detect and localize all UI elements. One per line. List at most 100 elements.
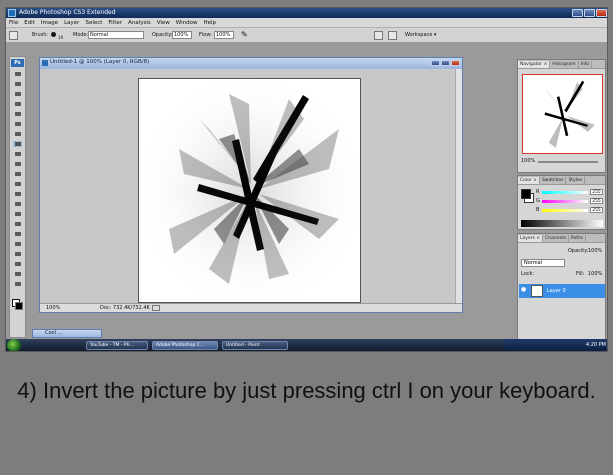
color-foreground-swatch[interactable] [521, 189, 531, 199]
tab-info[interactable]: Info [579, 61, 593, 68]
document-close-button[interactable] [451, 60, 460, 66]
clock[interactable]: 4:20 PM [586, 342, 606, 348]
tab-channels[interactable]: Channels [543, 235, 569, 242]
zoom-tool-icon[interactable] [13, 281, 22, 287]
layer-row[interactable]: ● Layer 0 [519, 284, 605, 298]
menu-layer[interactable]: Layer [64, 20, 79, 26]
navigator-thumbnail[interactable] [522, 74, 603, 154]
document-window: Untitled-1 @ 100% (Layer 0, RGB/8) 100% … [39, 57, 463, 313]
document-title-bar[interactable]: Untitled-1 @ 100% (Layer 0, RGB/8) [40, 58, 462, 69]
tab-swatches[interactable]: Swatches [540, 177, 567, 184]
taskbar-paint[interactable]: Untitled - Paint [222, 341, 288, 350]
taskbar-photoshop[interactable]: Adobe Photoshop C... [152, 341, 218, 350]
document-minimize-button[interactable] [431, 60, 440, 66]
blur-tool-icon[interactable] [13, 191, 22, 197]
notes-tool-icon[interactable] [13, 251, 22, 257]
gradient-tool-icon[interactable] [13, 181, 22, 187]
navigator-panel: Navigator × Histogram Info 100% [517, 59, 606, 173]
layers-tabs: Layers × Channels Paths [518, 234, 605, 243]
zoom-level[interactable]: 100% [46, 305, 60, 311]
color-ramp[interactable] [521, 220, 603, 227]
system-tray: 4:20 PM [504, 339, 607, 351]
marquee-tool-icon[interactable] [13, 81, 22, 87]
menu-select[interactable]: Select [85, 20, 102, 26]
document-window-controls [431, 60, 460, 66]
menu-image[interactable]: Image [41, 20, 58, 26]
navigator-zoom-slider[interactable] [538, 161, 598, 163]
menu-analysis[interactable]: Analysis [128, 20, 151, 26]
mode-label: Mode: [73, 32, 89, 38]
move-tool-icon[interactable] [13, 71, 22, 77]
menu-bar: File Edit Image Layer Select Filter Anal… [6, 18, 607, 28]
image-canvas[interactable] [138, 78, 361, 303]
tab-styles[interactable]: Styles [566, 177, 586, 184]
dodge-tool-icon[interactable] [13, 201, 22, 207]
history-brush-tool-icon[interactable] [13, 161, 22, 167]
maximize-button[interactable] [584, 9, 595, 17]
layer-name[interactable]: Layer 0 [547, 288, 566, 294]
fill-value[interactable]: 100% [588, 271, 602, 277]
airbrush-icon[interactable]: ✎ [241, 30, 248, 39]
navigator-zoom[interactable]: 100% [521, 158, 535, 164]
healing-tool-icon[interactable] [13, 131, 22, 137]
tab-paths[interactable]: Paths [569, 235, 587, 242]
taskbar-youtube[interactable]: YouTube - TM - Ph... [86, 341, 148, 350]
palette-well-icon[interactable] [388, 31, 397, 40]
document-title: Untitled-1 @ 100% (Layer 0, RGB/8) [50, 59, 150, 65]
foreground-color-swatch[interactable] [15, 302, 23, 310]
menu-edit[interactable]: Edit [24, 20, 35, 26]
visibility-eye-icon[interactable]: ● [521, 287, 527, 293]
blue-value[interactable]: 255 [590, 207, 603, 213]
toolbox-logo: Ps [11, 59, 24, 67]
eraser-tool-icon[interactable] [13, 171, 22, 177]
brush-tip-icon[interactable] [51, 32, 56, 37]
menu-help[interactable]: Help [203, 20, 216, 26]
brush-tool-preset-icon[interactable] [9, 31, 18, 40]
close-button[interactable] [596, 9, 607, 17]
menu-view[interactable]: View [157, 20, 170, 26]
menu-filter[interactable]: Filter [108, 20, 122, 26]
tab-navigator[interactable]: Navigator × [518, 61, 551, 68]
brush-tool-icon[interactable] [13, 141, 22, 147]
document-vertical-scrollbar[interactable] [455, 69, 462, 304]
file-browser-icon[interactable] [374, 31, 383, 40]
tab-color[interactable]: Color × [518, 177, 540, 184]
type-tool-icon[interactable] [13, 221, 22, 227]
hand-tool-icon[interactable] [13, 271, 22, 277]
layer-thumbnail [531, 285, 543, 297]
toolbox: Ps [9, 56, 26, 338]
document-icon [42, 60, 48, 66]
clone-stamp-tool-icon[interactable] [13, 151, 22, 157]
flow-input[interactable]: 100% [214, 31, 234, 39]
status-menu-arrow-icon[interactable] [152, 305, 160, 311]
pen-tool-icon[interactable] [13, 211, 22, 217]
lasso-tool-icon[interactable] [13, 91, 22, 97]
layers-panel: Layers × Channels Paths Normal Opacity: … [517, 233, 606, 349]
green-slider[interactable] [542, 200, 588, 203]
slice-tool-icon[interactable] [13, 121, 22, 127]
layer-opacity-value[interactable]: 100% [588, 248, 602, 254]
shape-tool-icon[interactable] [13, 241, 22, 247]
tab-layers[interactable]: Layers × [518, 235, 544, 242]
menu-window[interactable]: Window [176, 20, 198, 26]
blend-mode-select[interactable]: Normal [521, 259, 565, 267]
crop-tool-icon[interactable] [13, 111, 22, 117]
minimize-button[interactable] [572, 9, 583, 17]
blue-slider[interactable] [542, 209, 588, 212]
start-orb-button[interactable] [7, 339, 21, 351]
tab-histogram[interactable]: Histogram [550, 61, 579, 68]
workspace-menu[interactable]: Workspace ▾ [405, 32, 436, 38]
magic-wand-tool-icon[interactable] [13, 101, 22, 107]
red-slider[interactable] [542, 191, 588, 194]
menu-file[interactable]: File [9, 20, 18, 26]
opacity-input[interactable]: 100% [172, 31, 192, 39]
path-select-tool-icon[interactable] [13, 231, 22, 237]
minimized-document[interactable]: Cool ... [32, 329, 102, 338]
navigator-preview [544, 80, 595, 148]
document-maximize-button[interactable] [441, 60, 450, 66]
mode-select[interactable]: Normal [88, 31, 144, 39]
red-value[interactable]: 255 [590, 189, 603, 195]
green-value[interactable]: 255 [590, 198, 603, 204]
navigator-tabs: Navigator × Histogram Info [518, 60, 605, 69]
eyedropper-tool-icon[interactable] [13, 261, 22, 267]
